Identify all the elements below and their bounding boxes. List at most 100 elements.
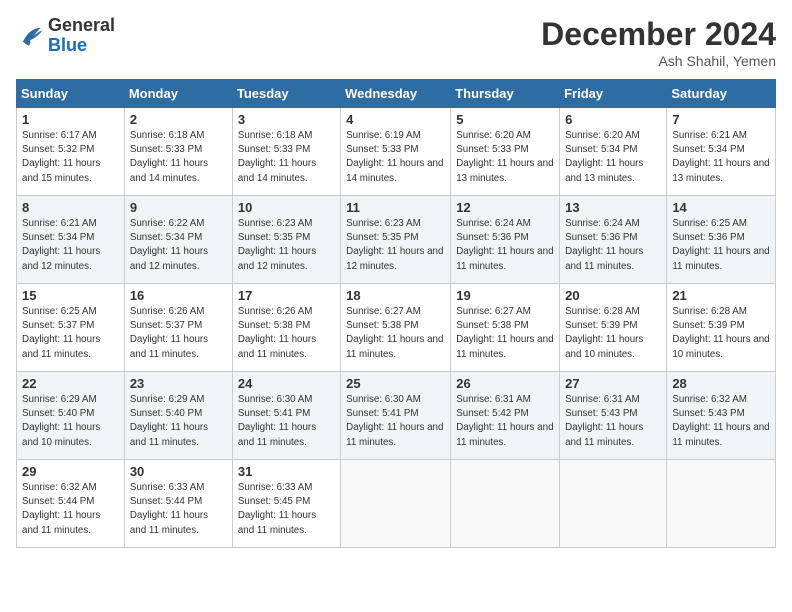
day-info: Sunrise: 6:27 AMSunset: 5:38 PMDaylight:… <box>346 306 443 360</box>
day-header-sunday: Sunday <box>17 80 125 108</box>
day-info: Sunrise: 6:30 AMSunset: 5:41 PMDaylight:… <box>346 394 443 448</box>
day-info: Sunrise: 6:20 AMSunset: 5:34 PMDaylight:… <box>565 130 643 184</box>
day-number: 26 <box>456 376 554 391</box>
day-number: 28 <box>672 376 770 391</box>
calendar-cell: 12 Sunrise: 6:24 AMSunset: 5:36 PMDaylig… <box>451 196 560 284</box>
calendar-cell: 23 Sunrise: 6:29 AMSunset: 5:40 PMDaylig… <box>124 372 232 460</box>
calendar-table: SundayMondayTuesdayWednesdayThursdayFrid… <box>16 79 776 548</box>
calendar-cell: 17 Sunrise: 6:26 AMSunset: 5:38 PMDaylig… <box>232 284 340 372</box>
calendar-cell <box>341 460 451 548</box>
calendar-cell: 5 Sunrise: 6:20 AMSunset: 5:33 PMDayligh… <box>451 108 560 196</box>
calendar-cell: 13 Sunrise: 6:24 AMSunset: 5:36 PMDaylig… <box>560 196 667 284</box>
day-info: Sunrise: 6:21 AMSunset: 5:34 PMDaylight:… <box>22 218 100 272</box>
calendar-cell: 24 Sunrise: 6:30 AMSunset: 5:41 PMDaylig… <box>232 372 340 460</box>
day-info: Sunrise: 6:29 AMSunset: 5:40 PMDaylight:… <box>130 394 208 448</box>
day-info: Sunrise: 6:17 AMSunset: 5:32 PMDaylight:… <box>22 130 100 184</box>
day-info: Sunrise: 6:23 AMSunset: 5:35 PMDaylight:… <box>238 218 316 272</box>
calendar-cell: 25 Sunrise: 6:30 AMSunset: 5:41 PMDaylig… <box>341 372 451 460</box>
day-header-friday: Friday <box>560 80 667 108</box>
day-number: 12 <box>456 200 554 215</box>
day-number: 20 <box>565 288 661 303</box>
day-info: Sunrise: 6:24 AMSunset: 5:36 PMDaylight:… <box>565 218 643 272</box>
month-title: December 2024 <box>541 16 776 53</box>
day-info: Sunrise: 6:30 AMSunset: 5:41 PMDaylight:… <box>238 394 316 448</box>
day-info: Sunrise: 6:26 AMSunset: 5:38 PMDaylight:… <box>238 306 316 360</box>
calendar-cell: 21 Sunrise: 6:28 AMSunset: 5:39 PMDaylig… <box>667 284 776 372</box>
calendar-cell: 11 Sunrise: 6:23 AMSunset: 5:35 PMDaylig… <box>341 196 451 284</box>
day-header-tuesday: Tuesday <box>232 80 340 108</box>
day-number: 1 <box>22 112 119 127</box>
day-number: 30 <box>130 464 227 479</box>
day-header-thursday: Thursday <box>451 80 560 108</box>
calendar-cell: 26 Sunrise: 6:31 AMSunset: 5:42 PMDaylig… <box>451 372 560 460</box>
day-number: 2 <box>130 112 227 127</box>
calendar-cell: 31 Sunrise: 6:33 AMSunset: 5:45 PMDaylig… <box>232 460 340 548</box>
day-header-saturday: Saturday <box>667 80 776 108</box>
calendar-cell: 20 Sunrise: 6:28 AMSunset: 5:39 PMDaylig… <box>560 284 667 372</box>
day-number: 10 <box>238 200 335 215</box>
day-info: Sunrise: 6:22 AMSunset: 5:34 PMDaylight:… <box>130 218 208 272</box>
day-number: 29 <box>22 464 119 479</box>
calendar-cell: 14 Sunrise: 6:25 AMSunset: 5:36 PMDaylig… <box>667 196 776 284</box>
day-number: 18 <box>346 288 445 303</box>
day-info: Sunrise: 6:31 AMSunset: 5:43 PMDaylight:… <box>565 394 643 448</box>
logo-bird-icon <box>16 22 44 50</box>
day-number: 31 <box>238 464 335 479</box>
day-number: 11 <box>346 200 445 215</box>
calendar-cell <box>667 460 776 548</box>
day-number: 23 <box>130 376 227 391</box>
day-info: Sunrise: 6:27 AMSunset: 5:38 PMDaylight:… <box>456 306 553 360</box>
calendar-cell: 28 Sunrise: 6:32 AMSunset: 5:43 PMDaylig… <box>667 372 776 460</box>
day-info: Sunrise: 6:31 AMSunset: 5:42 PMDaylight:… <box>456 394 553 448</box>
day-info: Sunrise: 6:23 AMSunset: 5:35 PMDaylight:… <box>346 218 443 272</box>
logo-text: General Blue <box>48 16 115 56</box>
calendar-cell: 4 Sunrise: 6:19 AMSunset: 5:33 PMDayligh… <box>341 108 451 196</box>
day-number: 8 <box>22 200 119 215</box>
logo: General Blue <box>16 16 115 56</box>
day-number: 13 <box>565 200 661 215</box>
day-number: 24 <box>238 376 335 391</box>
day-info: Sunrise: 6:20 AMSunset: 5:33 PMDaylight:… <box>456 130 553 184</box>
day-number: 25 <box>346 376 445 391</box>
day-header-wednesday: Wednesday <box>341 80 451 108</box>
day-info: Sunrise: 6:28 AMSunset: 5:39 PMDaylight:… <box>672 306 769 360</box>
calendar-cell: 8 Sunrise: 6:21 AMSunset: 5:34 PMDayligh… <box>17 196 125 284</box>
day-number: 21 <box>672 288 770 303</box>
calendar-cell <box>560 460 667 548</box>
day-info: Sunrise: 6:25 AMSunset: 5:37 PMDaylight:… <box>22 306 100 360</box>
calendar-cell: 16 Sunrise: 6:26 AMSunset: 5:37 PMDaylig… <box>124 284 232 372</box>
calendar-cell: 18 Sunrise: 6:27 AMSunset: 5:38 PMDaylig… <box>341 284 451 372</box>
day-info: Sunrise: 6:25 AMSunset: 5:36 PMDaylight:… <box>672 218 769 272</box>
title-block: December 2024 Ash Shahil, Yemen <box>541 16 776 69</box>
calendar-cell: 6 Sunrise: 6:20 AMSunset: 5:34 PMDayligh… <box>560 108 667 196</box>
calendar-cell: 19 Sunrise: 6:27 AMSunset: 5:38 PMDaylig… <box>451 284 560 372</box>
day-number: 27 <box>565 376 661 391</box>
calendar-cell <box>451 460 560 548</box>
day-number: 6 <box>565 112 661 127</box>
day-info: Sunrise: 6:32 AMSunset: 5:43 PMDaylight:… <box>672 394 769 448</box>
day-info: Sunrise: 6:19 AMSunset: 5:33 PMDaylight:… <box>346 130 443 184</box>
calendar-cell: 1 Sunrise: 6:17 AMSunset: 5:32 PMDayligh… <box>17 108 125 196</box>
day-number: 5 <box>456 112 554 127</box>
day-info: Sunrise: 6:21 AMSunset: 5:34 PMDaylight:… <box>672 130 769 184</box>
day-number: 22 <box>22 376 119 391</box>
calendar-cell: 10 Sunrise: 6:23 AMSunset: 5:35 PMDaylig… <box>232 196 340 284</box>
day-number: 4 <box>346 112 445 127</box>
day-info: Sunrise: 6:28 AMSunset: 5:39 PMDaylight:… <box>565 306 643 360</box>
day-number: 9 <box>130 200 227 215</box>
calendar-cell: 2 Sunrise: 6:18 AMSunset: 5:33 PMDayligh… <box>124 108 232 196</box>
day-number: 7 <box>672 112 770 127</box>
day-info: Sunrise: 6:33 AMSunset: 5:45 PMDaylight:… <box>238 482 316 536</box>
day-number: 17 <box>238 288 335 303</box>
day-info: Sunrise: 6:29 AMSunset: 5:40 PMDaylight:… <box>22 394 100 448</box>
calendar-cell: 29 Sunrise: 6:32 AMSunset: 5:44 PMDaylig… <box>17 460 125 548</box>
page-header: General Blue December 2024 Ash Shahil, Y… <box>16 16 776 69</box>
day-info: Sunrise: 6:33 AMSunset: 5:44 PMDaylight:… <box>130 482 208 536</box>
calendar-cell: 3 Sunrise: 6:18 AMSunset: 5:33 PMDayligh… <box>232 108 340 196</box>
calendar-cell: 7 Sunrise: 6:21 AMSunset: 5:34 PMDayligh… <box>667 108 776 196</box>
calendar-cell: 27 Sunrise: 6:31 AMSunset: 5:43 PMDaylig… <box>560 372 667 460</box>
day-info: Sunrise: 6:18 AMSunset: 5:33 PMDaylight:… <box>130 130 208 184</box>
day-number: 16 <box>130 288 227 303</box>
day-number: 14 <box>672 200 770 215</box>
day-number: 3 <box>238 112 335 127</box>
